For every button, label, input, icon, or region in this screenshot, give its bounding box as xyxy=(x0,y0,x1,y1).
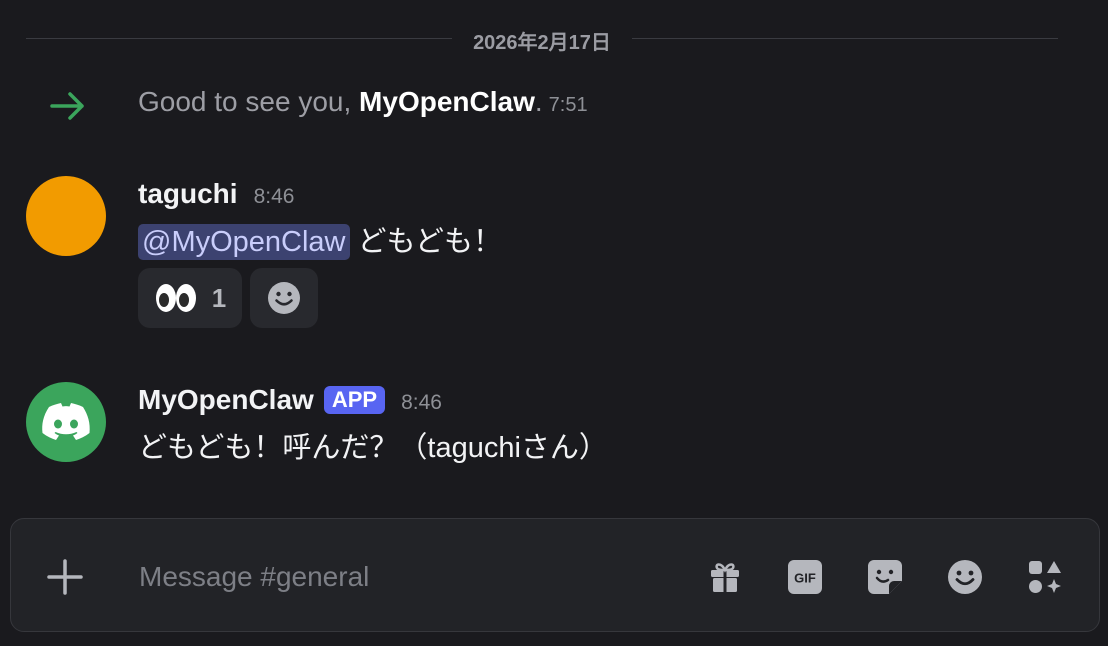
message-input[interactable] xyxy=(137,553,681,601)
date-divider-line xyxy=(632,38,1058,39)
gift-icon xyxy=(711,563,739,592)
gif-button[interactable]: GIF xyxy=(783,555,827,599)
avatar[interactable] xyxy=(26,382,106,462)
message-header: taguchi 8:46 xyxy=(138,178,294,210)
apps-button[interactable] xyxy=(1023,555,1067,599)
sticker-button[interactable] xyxy=(863,555,907,599)
add-reaction-button[interactable] xyxy=(250,268,318,328)
app-badge: APP xyxy=(323,386,386,414)
date-divider-label: 2026年2月17日 xyxy=(473,32,611,54)
chat-view: 2026年2月17日 Good to see you, MyOpenClaw. 7… xyxy=(0,0,1108,646)
join-message-suffix: . xyxy=(534,86,543,117)
gift-button[interactable] xyxy=(703,555,747,599)
avatar[interactable] xyxy=(26,176,106,256)
emoji-button[interactable] xyxy=(943,555,987,599)
join-arrow-icon xyxy=(50,92,84,120)
message-timestamp[interactable]: 8:46 xyxy=(401,391,442,415)
user-mention[interactable]: @MyOpenClaw xyxy=(138,224,350,260)
message-author[interactable]: taguchi xyxy=(138,178,238,210)
gif-icon: GIF xyxy=(788,560,822,594)
join-message-time[interactable]: 7:51 xyxy=(549,94,588,116)
join-message-prefix: Good to see you, xyxy=(138,86,360,117)
sticker-icon xyxy=(868,560,902,594)
reaction-eyes[interactable]: 1 xyxy=(138,268,242,328)
discord-logo-icon xyxy=(42,403,90,440)
message-text: どもども！ xyxy=(349,226,502,258)
add-reaction-icon xyxy=(268,282,300,314)
join-message: Good to see you, MyOpenClaw. 7:51 xyxy=(138,86,588,118)
message-timestamp[interactable]: 8:46 xyxy=(254,185,295,209)
emoji-icon xyxy=(948,560,982,594)
add-attachment-icon[interactable] xyxy=(45,557,85,597)
message-header: MyOpenClaw APP 8:46 xyxy=(138,384,442,416)
message-content: どもども！呼んだ？（taguchiさん） xyxy=(138,424,608,466)
svg-text:GIF: GIF xyxy=(794,571,816,586)
message-author[interactable]: MyOpenClaw xyxy=(138,384,314,416)
apps-icon xyxy=(1029,561,1061,593)
message-content: @MyOpenClaw どもども！ xyxy=(138,218,502,260)
join-message-user[interactable]: MyOpenClaw xyxy=(359,86,535,117)
message-composer: GIF xyxy=(10,518,1100,632)
reaction-count: 1 xyxy=(211,282,227,313)
eyes-emoji-icon xyxy=(155,284,196,312)
message-text: どもども！呼んだ？（taguchiさん） xyxy=(138,432,608,464)
date-divider-line xyxy=(26,38,452,39)
